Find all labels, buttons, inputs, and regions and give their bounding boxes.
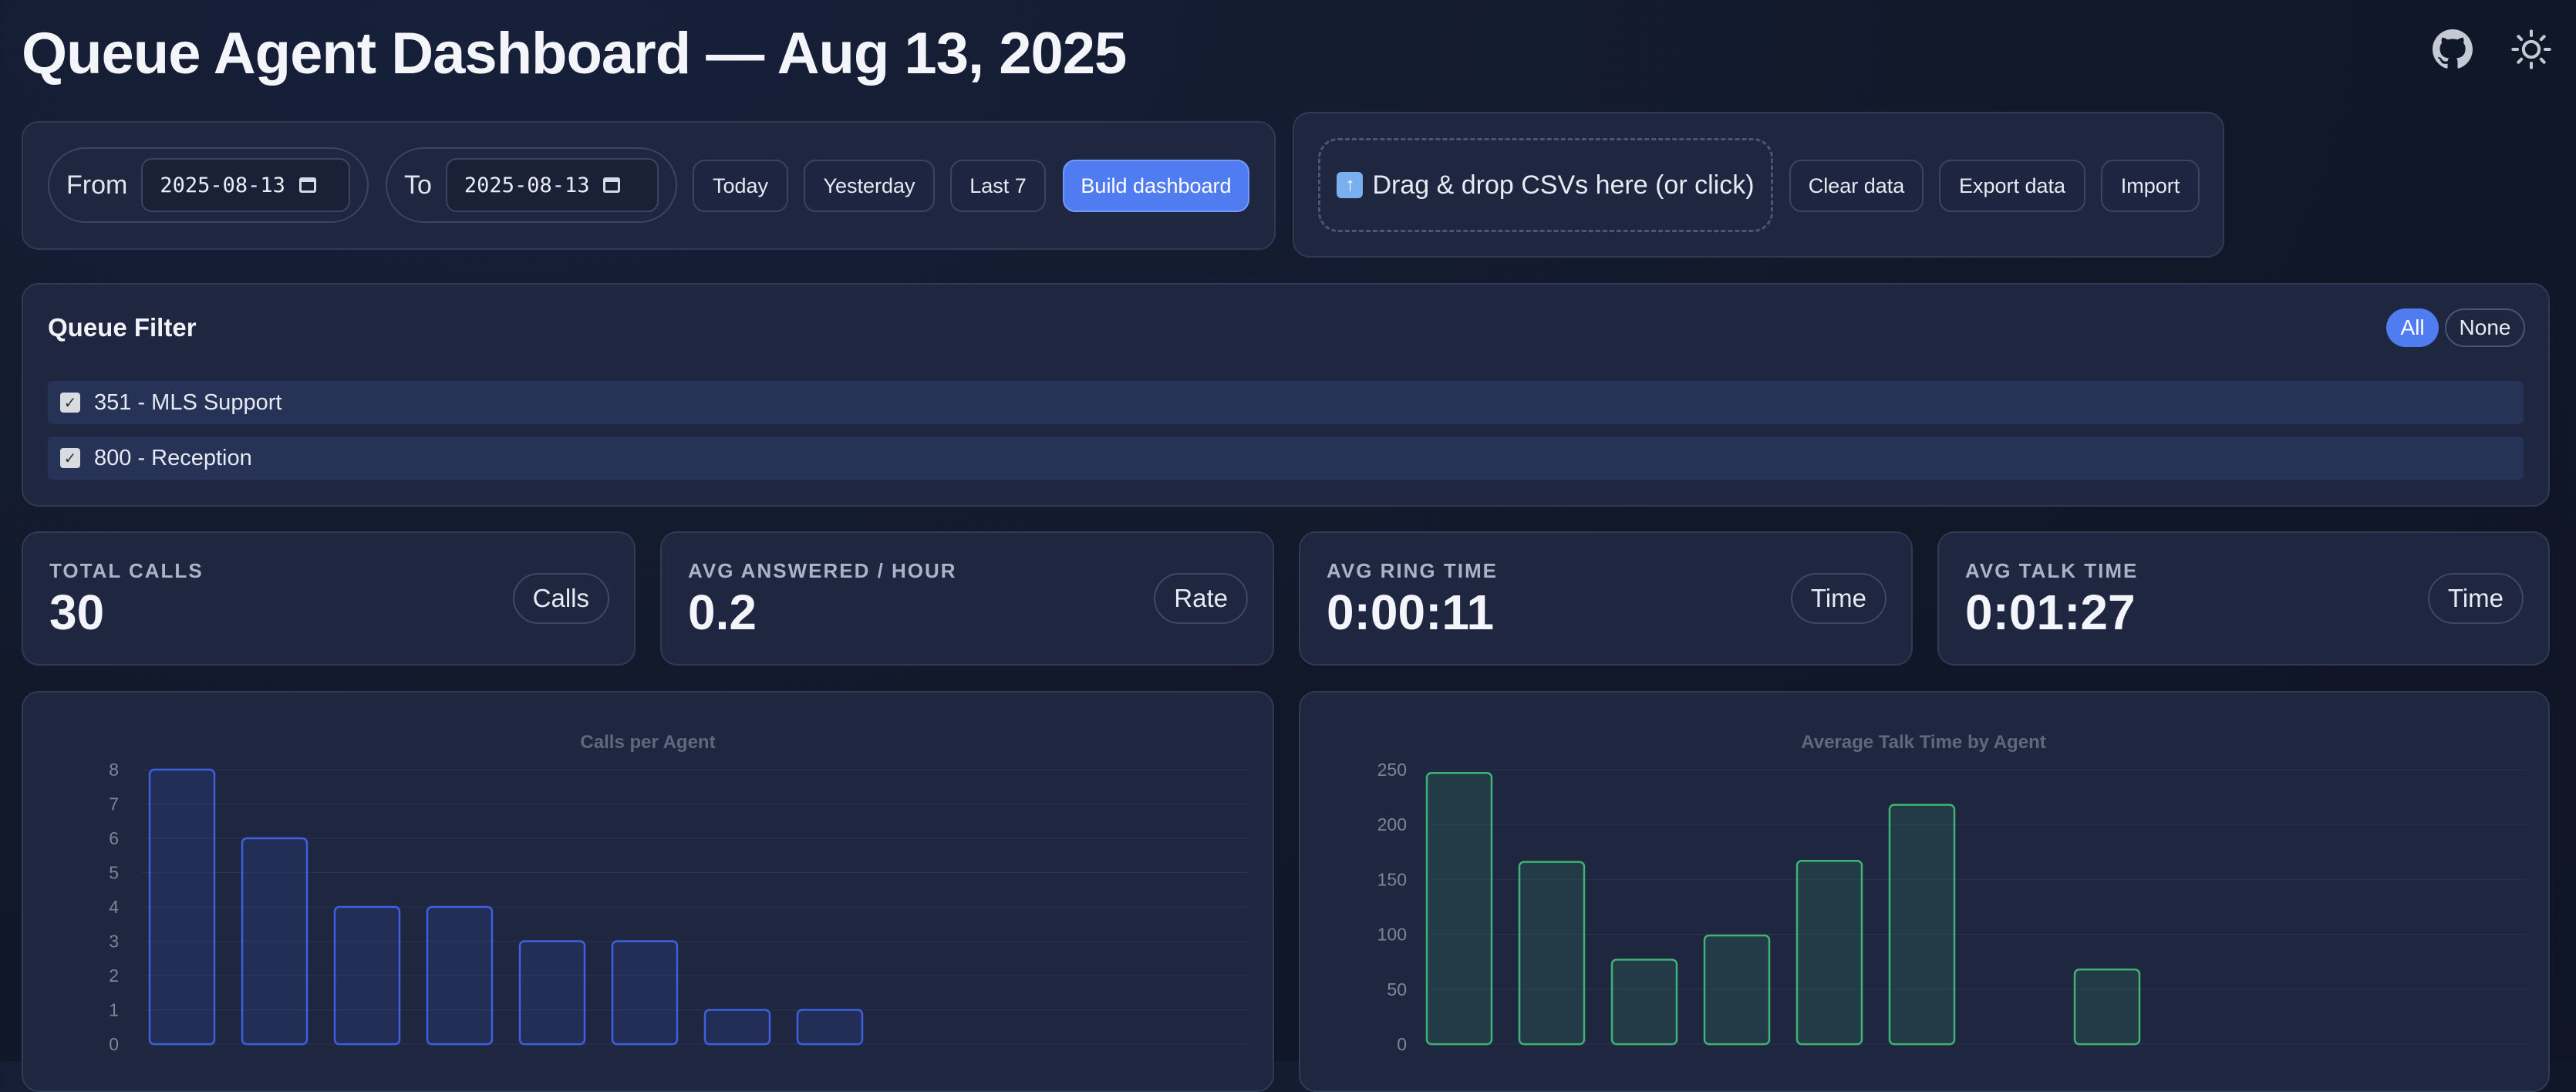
- to-date-value: 2025-08-13: [464, 173, 590, 197]
- calls-bar[interactable]: [703, 1009, 771, 1046]
- talk-time-bar[interactable]: [1518, 861, 1586, 1046]
- kpi-badge: Time: [1790, 573, 1886, 624]
- calls-per-agent-panel: Calls per Agent 0 1 2 3 4 5 6 7 8: [22, 691, 1274, 1092]
- y-tick-label: 1: [109, 1000, 119, 1020]
- last-7-button[interactable]: Last 7: [950, 160, 1046, 212]
- kpi-label: TOTAL CALLS: [49, 559, 204, 582]
- y-tick-label: 2: [109, 966, 119, 986]
- export-data-button[interactable]: Export data: [1939, 160, 2085, 212]
- github-icon-svg: [2433, 29, 2473, 69]
- y-tick-label: 250: [1377, 760, 1407, 780]
- y-tick-label: 200: [1377, 814, 1407, 834]
- select-none-button[interactable]: None: [2445, 308, 2525, 347]
- y-tick-label: 7: [109, 794, 119, 814]
- kpi-value: 0:01:27: [1965, 585, 2136, 640]
- from-date-value: 2025-08-13: [160, 173, 285, 197]
- to-date-group: To 2025-08-13: [386, 147, 677, 223]
- talk-time-bar[interactable]: [1795, 859, 1863, 1046]
- calendar-icon[interactable]: [603, 177, 621, 193]
- from-date-input[interactable]: 2025-08-13: [141, 158, 350, 212]
- yesterday-button[interactable]: Yesterday: [804, 160, 935, 212]
- avg-talk-time-chart: Average Talk Time by Agent 0 50 100 150 200 25…: [1377, 732, 2527, 1054]
- calls-bar[interactable]: [611, 940, 679, 1046]
- select-all-button[interactable]: All: [2386, 308, 2439, 347]
- queue-checkbox[interactable]: ✓: [60, 393, 80, 413]
- queue-row[interactable]: ✓ 351 - MLS Support: [48, 381, 2524, 424]
- kpi-card-total-calls: TOTAL CALLS 30 Calls: [22, 531, 636, 666]
- y-tick-label: 8: [109, 760, 119, 780]
- kpi-label: AVG ANSWERED / HOUR: [688, 559, 957, 582]
- calls-per-agent-chart: Calls per Agent 0 1 2 3 4 5 6 7 8: [109, 732, 1249, 1054]
- to-date-input[interactable]: 2025-08-13: [445, 158, 659, 212]
- calls-bar[interactable]: [426, 905, 494, 1046]
- kpi-card-avg-talk-time: AVG TALK TIME 0:01:27 Time: [1937, 531, 2550, 666]
- from-label: From: [66, 170, 128, 200]
- sun-icon[interactable]: [2510, 28, 2553, 71]
- to-label: To: [404, 170, 432, 200]
- page-title: Queue Agent Dashboard — Aug 13, 2025: [22, 21, 1127, 86]
- github-icon[interactable]: [2431, 28, 2474, 71]
- queue-label: 351 - MLS Support: [94, 389, 282, 415]
- upload-arrow-icon: ↑: [1337, 172, 1364, 198]
- talk-time-bar[interactable]: [1888, 804, 1956, 1046]
- calls-bar[interactable]: [241, 837, 309, 1046]
- talk-time-bar[interactable]: [1610, 959, 1678, 1046]
- today-button[interactable]: Today: [693, 160, 788, 212]
- kpi-badge: Calls: [512, 573, 609, 624]
- calls-bar[interactable]: [518, 940, 586, 1046]
- import-button[interactable]: Import: [2101, 160, 2200, 212]
- kpi-badge: Rate: [1154, 573, 1248, 624]
- chart-title: Average Talk Time by Agent: [1801, 732, 2045, 753]
- y-tick-label: 50: [1387, 979, 1407, 999]
- kpi-value: 30: [49, 585, 105, 640]
- kpi-value: 0:00:11: [1327, 585, 1495, 640]
- drop-zone-label: Drag & drop CSVs here (or click): [1372, 170, 1755, 200]
- talk-time-bar[interactable]: [1425, 772, 1493, 1046]
- build-dashboard-button[interactable]: Build dashboard: [1063, 160, 1249, 212]
- calls-bar[interactable]: [333, 905, 401, 1046]
- kpi-card-avg-answered: AVG ANSWERED / HOUR 0.2 Rate: [660, 531, 1274, 666]
- calls-bar[interactable]: [148, 768, 216, 1046]
- y-tick-label: 3: [109, 932, 119, 952]
- calendar-icon[interactable]: [298, 177, 316, 193]
- queue-checkbox[interactable]: ✓: [60, 448, 80, 468]
- queue-filter-title: Queue Filter: [48, 313, 197, 342]
- header-actions: [2431, 28, 2553, 71]
- y-tick-label: 0: [1397, 1034, 1407, 1054]
- clear-data-button[interactable]: Clear data: [1789, 160, 1924, 212]
- y-tick-label: 5: [109, 863, 119, 883]
- talk-time-bar[interactable]: [1703, 934, 1771, 1046]
- kpi-card-avg-ring-time: AVG RING TIME 0:00:11 Time: [1299, 531, 1913, 666]
- csv-drop-zone[interactable]: ↑ Drag & drop CSVs here (or click): [1318, 138, 1773, 232]
- y-tick-label: 100: [1377, 925, 1407, 945]
- talk-time-bar[interactable]: [2073, 968, 2141, 1046]
- avg-talk-time-panel: Average Talk Time by Agent 0 50 100 150 200 25…: [1299, 691, 2550, 1092]
- queue-row[interactable]: ✓ 800 - Reception: [48, 436, 2524, 480]
- kpi-label: AVG TALK TIME: [1965, 559, 2139, 582]
- y-tick-label: 150: [1377, 869, 1407, 889]
- from-date-group: From 2025-08-13: [48, 147, 369, 223]
- kpi-label: AVG RING TIME: [1327, 559, 1498, 582]
- chart-title: Calls per Agent: [580, 732, 715, 753]
- kpi-value: 0.2: [688, 585, 757, 640]
- queue-label: 800 - Reception: [94, 445, 252, 470]
- kpi-badge: Time: [2427, 573, 2524, 624]
- sun-icon-svg: [2511, 29, 2551, 69]
- y-tick-label: 4: [109, 897, 119, 917]
- y-tick-label: 6: [109, 828, 119, 848]
- y-tick-label: 0: [109, 1034, 119, 1054]
- calls-bar[interactable]: [796, 1009, 864, 1046]
